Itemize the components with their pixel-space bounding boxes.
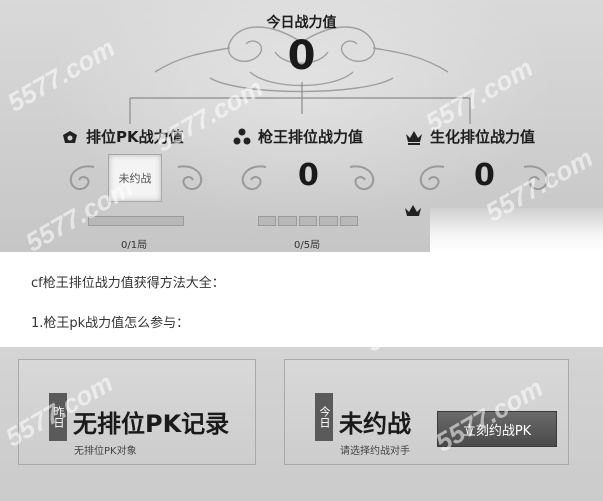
right-curl-ornament xyxy=(523,165,549,190)
today-subtext: 请选择约战对手 xyxy=(340,446,410,457)
no-battle-box[interactable]: 未约战 xyxy=(108,154,162,202)
left-curl-ornament xyxy=(241,165,267,190)
progress-segment xyxy=(339,216,359,226)
left-curl-ornament xyxy=(69,165,95,190)
left-curl-ornament xyxy=(419,165,445,190)
yesterday-card: 昨日 无排位PK记录 无排位PK对象 xyxy=(18,359,256,465)
crown-icon xyxy=(405,205,421,216)
crown-icon xyxy=(406,130,422,145)
ranked-pk-progress-text: 0/1局 xyxy=(121,240,148,251)
zombie-rank-label: 生化排位战力值 xyxy=(430,128,536,146)
sniper-rank-progress-text: 0/5局 xyxy=(294,240,321,251)
progress-segment xyxy=(278,216,297,226)
sniper-rank-value: 0 xyxy=(298,158,319,193)
torn-edge xyxy=(430,208,603,252)
ranked-pk-label: 排位PK战力值 xyxy=(86,128,184,146)
zombie-rank-value: 0 xyxy=(474,158,495,193)
progress-segment xyxy=(258,216,277,226)
today-tag: 今日 xyxy=(315,393,333,441)
right-curl-ornament xyxy=(349,165,375,190)
today-headline: 未约战 xyxy=(339,410,411,438)
right-curl-ornament xyxy=(177,165,203,190)
ranked-pk-progress-bar xyxy=(88,216,184,226)
battle-record-panel: 昨日 无排位PK记录 无排位PK对象 今日 未约战 请选择约战对手 立刻约战PK xyxy=(0,347,603,501)
yesterday-headline: 无排位PK记录 xyxy=(73,410,230,438)
sniper-rank-progress-bar xyxy=(258,216,359,226)
today-card: 今日 未约战 请选择约战对手 立刻约战PK xyxy=(284,359,569,465)
sniper-rank-icon xyxy=(233,128,251,144)
challenge-pk-button[interactable]: 立刻约战PK xyxy=(437,411,557,447)
today-tag-text: 今日 xyxy=(318,406,331,428)
power-summary-panel: 今日战力值 0 排位PK战力值 枪王排位战力值 生化排位战力值 未约战 0 0 … xyxy=(0,0,603,252)
article-body: cf枪王排位战力值获得方法大全： 1.枪王pk战力值怎么参与： xyxy=(0,252,603,347)
yesterday-subtext: 无排位PK对象 xyxy=(74,446,137,457)
article-subheading: 1.枪王pk战力值怎么参与： xyxy=(31,316,190,331)
yesterday-tag: 昨日 xyxy=(49,393,67,441)
progress-segment xyxy=(298,216,318,226)
sniper-rank-label: 枪王排位战力值 xyxy=(258,128,364,146)
sniper-rank-title: 枪王排位战力值 xyxy=(232,126,363,147)
progress-segment xyxy=(88,216,184,226)
yesterday-tag-text: 昨日 xyxy=(52,406,65,428)
article-heading: cf枪王排位战力值获得方法大全： xyxy=(31,276,225,291)
ranked-pk-title: 排位PK战力值 xyxy=(60,126,184,147)
zombie-rank-title: 生化排位战力值 xyxy=(404,126,535,147)
progress-segment xyxy=(319,216,338,226)
ranked-pk-icon xyxy=(63,130,77,143)
